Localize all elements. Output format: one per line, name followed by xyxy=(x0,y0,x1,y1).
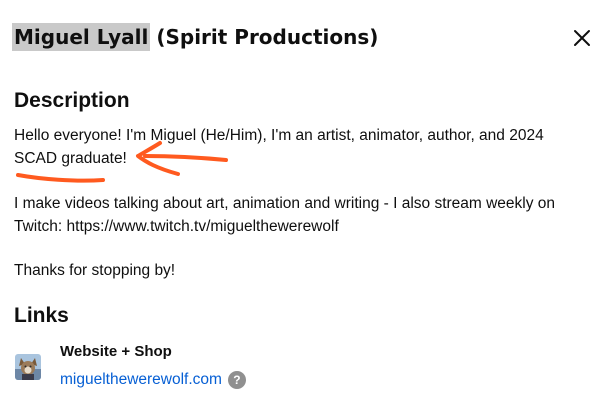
channel-name: Miguel Lyall xyxy=(12,23,151,51)
description-paragraph-2: I make videos talking about art, animati… xyxy=(14,192,589,238)
description-line-5: Thanks for stopping by! xyxy=(14,262,176,279)
description-paragraph-3: Thanks for stopping by! xyxy=(14,259,589,282)
links-heading: Links xyxy=(14,304,69,327)
website-link[interactable]: miguelthewerewolf.com xyxy=(60,369,222,391)
link-title: Website + Shop xyxy=(60,343,172,360)
description-line-2: SCAD graduate! xyxy=(14,150,127,167)
description-heading: Description xyxy=(14,89,130,112)
help-icon[interactable]: ? xyxy=(227,371,246,389)
close-icon xyxy=(574,30,590,46)
description-line-4: Twitch: https://www.twitch.tv/miguelthew… xyxy=(14,218,339,235)
link-row: miguelthewerewolf.com ? xyxy=(60,369,246,391)
description-line-3: I make videos talking about art, animati… xyxy=(14,195,556,212)
close-button[interactable] xyxy=(570,26,594,50)
website-favicon-icon xyxy=(15,354,41,380)
about-header: Miguel Lyall (Spirit Productions) xyxy=(12,22,379,52)
description-paragraph-1: Hello everyone! I'm Miguel (He/Him), I'm… xyxy=(14,124,589,170)
description-line-1: Hello everyone! I'm Miguel (He/Him), I'm… xyxy=(14,127,544,144)
annotation-underline xyxy=(16,173,105,183)
channel-subtitle: (Spirit Productions) xyxy=(156,25,379,49)
